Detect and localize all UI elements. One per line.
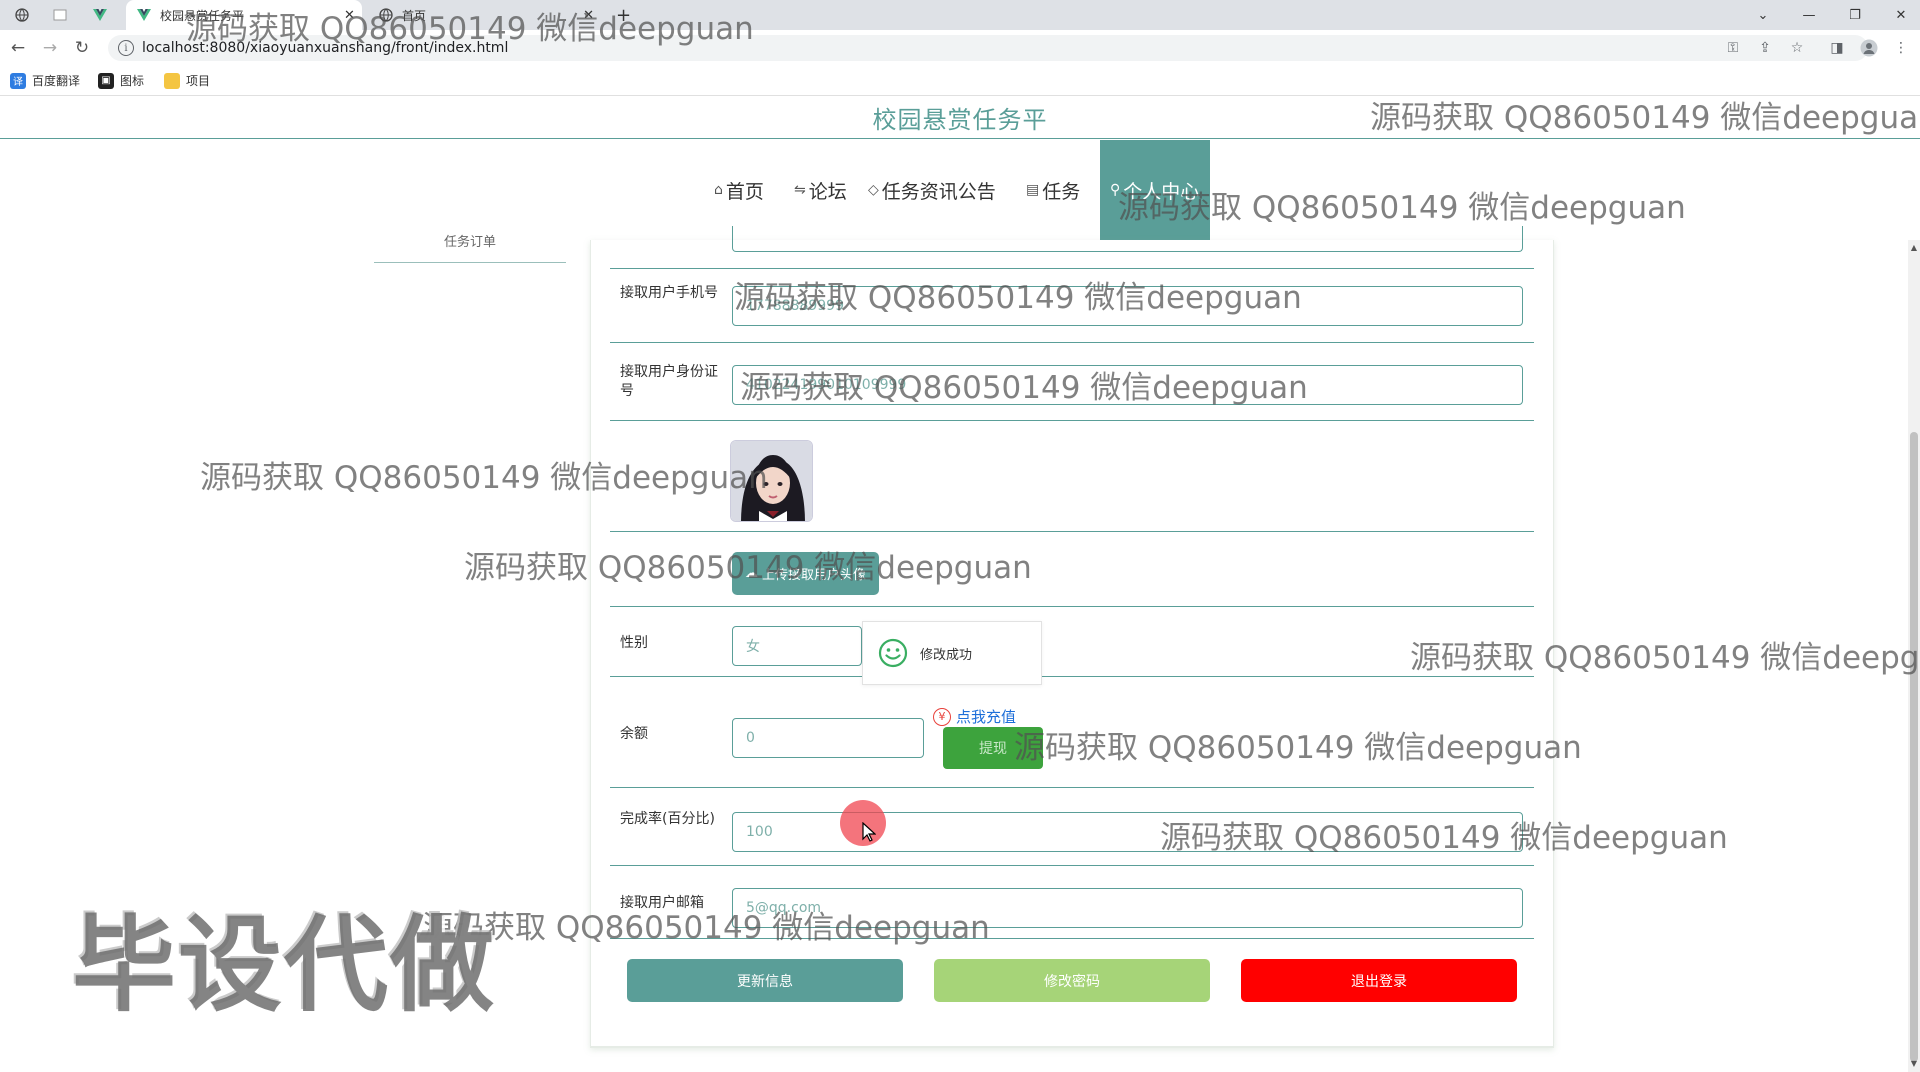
divider [610,865,1534,866]
tab-title: 校园悬赏任务平 [160,8,245,23]
bookmark-item[interactable]: ▣ 图标 [98,72,144,89]
home-icon: ⌂ [714,182,723,198]
pinned-tab-vue[interactable] [92,0,108,30]
phone-input[interactable]: 17788889999 [732,286,1523,326]
nav-item-announcements[interactable]: ◇ 任务资讯公告 [868,140,996,240]
success-toast: 修改成功 [862,621,1042,685]
email-input[interactable]: 5@qq.com [732,888,1523,928]
id-card-input[interactable]: 410224199010109999 [732,365,1523,405]
translate-icon: 译 [10,72,26,89]
new-tab-button[interactable]: + [616,0,631,30]
site-info-icon[interactable]: i [118,40,134,56]
scroll-up-icon[interactable]: ▲ [1909,242,1919,252]
task-icon: ▤ [1026,182,1040,198]
recharge-link[interactable]: ¥ 点我充值 [933,706,1016,727]
gender-select[interactable]: 女 [732,626,862,666]
gender-label: 性别 [620,635,648,651]
mouse-cursor-icon [862,822,876,842]
tab-title: 首页 [402,8,427,23]
upload-cloud-icon: ☁ [744,566,758,581]
site-header: 校园悬赏任务平 [0,97,1920,139]
url-text: localhost:8080/xiaoyuanxuanshang/front/i… [142,40,509,56]
divider [610,606,1534,607]
forward-icon[interactable]: → [38,36,62,60]
divider [610,938,1534,939]
share-icon[interactable]: ⇪ [1756,39,1774,57]
nav-item-tasks[interactable]: ▤ 任务 [1026,140,1080,240]
nav-item-home[interactable]: ⌂ 首页 [714,140,764,240]
user-avatar [730,440,813,522]
vue-icon [92,7,108,23]
forum-icon: ⇋ [794,182,806,198]
bookmark-star-icon[interactable]: ☆ [1788,39,1806,57]
phone-label: 接取用户手机号 [620,285,718,301]
bookmark-item[interactable]: 译 百度翻译 [10,72,80,89]
id-card-label: 接取用户身份证号 [620,364,718,399]
balance-label: 余额 [620,726,648,742]
divider [610,342,1534,343]
restore-icon[interactable]: ❐ [1832,0,1878,30]
toast-message: 修改成功 [920,647,973,663]
tab-active[interactable]: 校园悬赏任务平 ✕ [126,0,362,30]
bookmark-item[interactable]: 项目 [164,72,210,89]
folder-icon [164,72,180,89]
smile-icon [878,638,908,668]
main-nav: ⌂ 首页 ⇋ 论坛 ◇ 任务资讯公告 ▤ 任务 ⚲ 个人中心 [0,140,1920,240]
browser-tab-bar: 校园悬赏任务平 ✕ 首页 ✕ + ⌄ — ❐ ✕ [0,0,1920,30]
scrolled-input[interactable] [732,226,1523,252]
image-icon: ▣ [98,72,114,89]
balance-input[interactable]: 0 [732,718,924,758]
globe-icon [14,7,30,23]
scrollbar-thumb[interactable] [1910,432,1918,1062]
divider [610,787,1534,788]
tab-search-icon[interactable]: ⌄ [1740,0,1786,30]
withdraw-button[interactable]: 提现 [943,727,1043,769]
upload-avatar-button[interactable]: ☁ 上传接取用户头像 [732,552,879,595]
email-label: 接取用户邮箱 [620,895,704,911]
close-icon[interactable]: ✕ [583,8,594,23]
menu-dots-icon[interactable]: ⋮ [1892,39,1910,57]
logout-button[interactable]: 退出登录 [1241,959,1517,1002]
nav-item-forum[interactable]: ⇋ 论坛 [794,140,847,240]
close-window-icon[interactable]: ✕ [1878,0,1920,30]
key-icon[interactable]: ⚿ [1724,39,1742,57]
blank-page-icon [52,7,68,23]
yen-icon: ¥ [933,707,951,726]
vue-icon [136,7,152,23]
tab-2[interactable]: 首页 ✕ [372,0,602,30]
divider [610,268,1534,269]
user-icon: ⚲ [1110,182,1121,198]
divider [610,676,1534,677]
nav-item-profile[interactable]: ⚲ 个人中心 [1100,140,1210,240]
pinned-tab-2[interactable] [52,0,68,30]
sidepanel-icon[interactable]: ◨ [1828,39,1846,57]
divider [610,531,1534,532]
divider [610,420,1534,421]
address-bar-row: ← → ↻ i localhost:8080/xiaoyuanxuanshang… [0,30,1920,66]
side-menu-item-orders[interactable]: 任务订单 [374,225,566,263]
completion-rate-label: 完成率(百分比) [620,811,715,827]
change-password-button[interactable]: 修改密码 [934,959,1210,1002]
url-field[interactable]: i localhost:8080/xiaoyuanxuanshang/front… [108,35,1868,61]
back-icon[interactable]: ← [6,36,30,60]
site-title: 校园悬赏任务平 [872,106,1048,134]
bookmarks-bar: 译 百度翻译 ▣ 图标 项目 [0,66,1920,96]
minimize-icon[interactable]: — [1786,0,1832,30]
watermark-big: 毕设代做 [72,904,497,1026]
profile-icon[interactable] [1860,39,1878,57]
scroll-down-icon[interactable]: ▼ [1909,1058,1919,1068]
tag-icon: ◇ [868,182,879,198]
reload-icon[interactable]: ↻ [70,36,94,60]
pinned-tab[interactable] [14,0,30,30]
update-info-button[interactable]: 更新信息 [627,959,903,1002]
globe-icon [378,7,394,23]
close-icon[interactable]: ✕ [344,8,355,23]
